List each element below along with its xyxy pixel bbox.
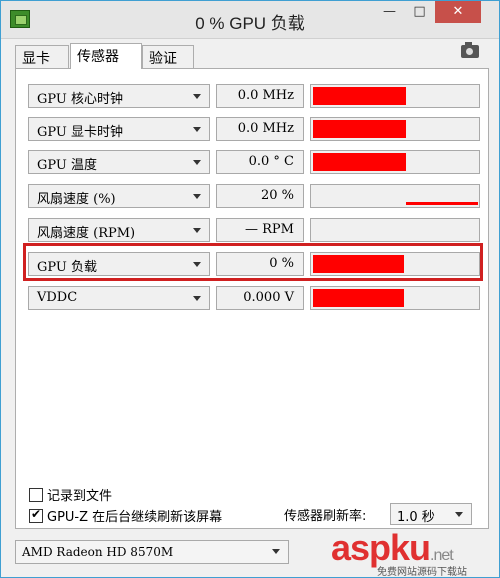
- continue-background-checkbox[interactable]: [29, 507, 43, 523]
- chevron-down-icon: [193, 94, 201, 99]
- sensor-row: 风扇速度 (RPM) — RPM: [28, 218, 480, 242]
- sensor-name: GPU 核心时钟: [37, 92, 123, 107]
- chevron-down-icon: [455, 512, 463, 517]
- tab-graphics-card[interactable]: 显卡: [15, 45, 69, 68]
- sensor-value: 0.000 V: [216, 286, 304, 310]
- sensor-row: 风扇速度 (%) 20 %: [28, 184, 480, 208]
- sensor-value: 0.0 ° C: [216, 150, 304, 174]
- refresh-rate-select[interactable]: 1.0 秒: [390, 503, 472, 525]
- sensors-panel: GPU 核心时钟 0.0 MHz GPU 显卡时钟 0.0 MHz GPU 温度…: [15, 68, 489, 529]
- chevron-down-icon: [193, 127, 201, 132]
- sensor-graph-fill: [313, 87, 406, 105]
- sensor-graph-fill: [313, 120, 406, 138]
- log-to-file-label: 记录到文件: [47, 489, 113, 504]
- watermark-subtitle: 免费网站源码下载站: [377, 567, 467, 578]
- log-to-file-option[interactable]: 记录到文件: [29, 485, 112, 504]
- chevron-down-icon: [193, 296, 201, 301]
- sensor-graph-fill: [313, 153, 406, 171]
- sensor-graph: [310, 84, 480, 108]
- watermark-tld: .net: [430, 547, 454, 564]
- sensor-graph: [310, 218, 480, 242]
- sensor-graph: [310, 117, 480, 141]
- close-button[interactable]: ✕: [435, 1, 481, 23]
- sensor-name: GPU 显卡时钟: [37, 125, 123, 140]
- maximize-button[interactable]: □: [406, 1, 433, 23]
- sensor-value: 20 %: [216, 184, 304, 208]
- sensor-value: 0.0 MHz: [216, 117, 304, 141]
- sensor-row: GPU 温度 0.0 ° C: [28, 150, 480, 174]
- gpu-select[interactable]: AMD Radeon HD 8570M: [15, 540, 289, 564]
- sensor-name: 风扇速度 (%): [37, 192, 116, 207]
- sensor-name: 风扇速度 (RPM): [37, 226, 136, 241]
- gpu-select-value: AMD Radeon HD 8570M: [22, 545, 174, 559]
- tab-validation[interactable]: 验证: [142, 45, 194, 68]
- sensor-selector[interactable]: VDDC: [28, 286, 210, 310]
- watermark-brand: aspku: [331, 527, 431, 568]
- sensor-selector[interactable]: GPU 核心时钟: [28, 84, 210, 108]
- sensor-selector[interactable]: 风扇速度 (%): [28, 184, 210, 208]
- camera-icon[interactable]: [461, 42, 479, 58]
- chevron-down-icon: [193, 160, 201, 165]
- sensor-value: 0.0 MHz: [216, 84, 304, 108]
- sensor-row: GPU 显卡时钟 0.0 MHz: [28, 117, 480, 141]
- sensor-value: — RPM: [216, 218, 304, 242]
- tab-sensors[interactable]: 传感器: [70, 43, 142, 69]
- sensor-graph: [310, 184, 480, 208]
- sensor-selector[interactable]: 风扇速度 (RPM): [28, 218, 210, 242]
- sensor-name: VDDC: [37, 290, 78, 305]
- gpu-load-highlight-box: [23, 243, 483, 281]
- sensor-graph-fill: [313, 289, 404, 307]
- sensor-selector[interactable]: GPU 显卡时钟: [28, 117, 210, 141]
- refresh-rate-label: 传感器刷新率:: [284, 509, 367, 524]
- sensor-graph: [310, 150, 480, 174]
- sensor-row: GPU 核心时钟 0.0 MHz: [28, 84, 480, 108]
- minimize-button[interactable]: —: [376, 1, 403, 23]
- title-bar[interactable]: 0 % GPU 负载 — □ ✕: [1, 1, 499, 39]
- gpu-z-window: 0 % GPU 负载 — □ ✕ 显卡 传感器 验证 GPU 核心时钟 0.0 …: [0, 0, 500, 578]
- chevron-down-icon: [193, 228, 201, 233]
- refresh-rate-value: 1.0 秒: [397, 510, 435, 525]
- chevron-down-icon: [272, 549, 280, 554]
- chevron-down-icon: [193, 194, 201, 199]
- continue-background-option[interactable]: GPU-Z 在后台继续刷新该屏幕: [29, 506, 222, 525]
- sensor-selector[interactable]: GPU 温度: [28, 150, 210, 174]
- log-to-file-checkbox[interactable]: [29, 488, 43, 502]
- continue-background-label: GPU-Z 在后台继续刷新该屏幕: [47, 510, 223, 525]
- sensor-row: VDDC 0.000 V: [28, 286, 480, 310]
- sensor-graph-line: [406, 202, 478, 205]
- sensor-graph: [310, 286, 480, 310]
- sensor-name: GPU 温度: [37, 158, 97, 173]
